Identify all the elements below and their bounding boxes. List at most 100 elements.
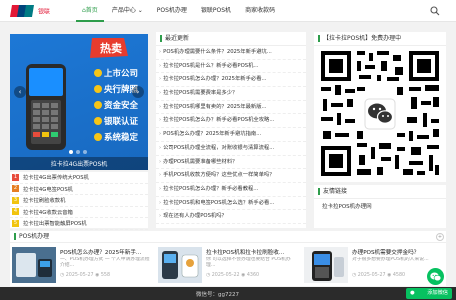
article-title[interactable]: 办理POS机需要交押金吗？ [352,248,444,256]
rank-badge: 1 [12,173,19,181]
news-item[interactable]: › 拉卡拉POS机哪里有卖的？2025年最新版... [156,101,306,115]
news-item[interactable]: › 拉卡拉POS机和电签POS机怎么选？新手必看... [156,197,306,211]
article-excerpt: 一、POS机办理方式 一 个人申请办理流程介绍... [60,257,150,268]
news-link[interactable]: 手机POS机收款方便吗？这些优点一样简单吗？ [163,172,274,178]
news-item[interactable]: › 拉卡拉POS机怎么办理？2025年新手必看... [156,73,306,88]
unionpay-logo[interactable]: 银联 [10,4,52,18]
news-item[interactable]: › 拉卡拉POS机需要费率是多少？ [156,87,306,101]
news-item[interactable]: › POS机办理需要什么条件？2025年新手避坑... [156,46,306,60]
carousel-dot[interactable] [69,150,73,154]
section-title: 最近更新 [165,34,190,42]
list-item-title[interactable]: 拉卡拉4G收款云音箱 [23,208,73,216]
accent-bar [160,35,162,42]
promo-5: 系统稳定 [104,132,139,143]
carousel-prev-button[interactable]: ‹ [14,86,26,98]
list-item[interactable]: 1 拉卡拉4G出票传统大POS机 [10,172,148,184]
friend-links: 友情链接 拉卡拉POS机办理网 [314,185,446,228]
article-thumbnail[interactable] [158,247,202,283]
article-title[interactable]: 拉卡拉POS机和拉卡拉刷脸收... [206,248,298,256]
carousel-next-button[interactable]: › [132,86,144,98]
latest-updates: 最近更新 › POS机办理需要什么条件？2025年新手避坑... › 拉卡拉POS机… [156,32,306,228]
section-header: 友情链接 [314,185,446,199]
wechat-float-button[interactable] [427,268,444,285]
news-item[interactable]: › 拉卡拉POS机是什么？新手必看POS机... [156,60,306,74]
news-link[interactable]: 拉卡拉POS机怎么办理？新手必看教程... [163,186,258,192]
carousel-dot[interactable] [83,150,87,154]
footer-bar: 微信号：gg7227 ● 添加微信 [0,287,456,300]
nav-unionpay-pos[interactable]: 银联POS机 [195,0,237,22]
promo-3: 资金安全 [104,100,139,111]
article-card[interactable]: 拉卡拉POS机和拉卡拉刷脸收... 你 可以选择不会办理也要结合 POS机办理.… [158,247,298,285]
list-item[interactable]: 2 拉卡拉4G电签POS机 [10,184,148,195]
list-item-title[interactable]: 拉卡拉出票智能触屏POS机 [23,219,87,227]
news-item[interactable]: › POS机怎么办理？2025年新手避坑指南... [156,128,306,142]
view-count: 4360 [246,273,260,278]
article-excerpt: 你 可以选择不会办理也要结合 POS机办理... [206,257,291,268]
rank-badge: 2 [12,185,19,193]
article-thumbnail[interactable] [304,247,348,283]
news-link[interactable]: 现在还有人办理POS机吗？ [163,213,227,219]
more-icon[interactable]: + [436,233,444,241]
main-nav: ⌂首页 产品中心 ⌄ POS机办理 银联POS机 商家收款码 [76,0,283,22]
list-item[interactable]: 3 拉卡拉刷脸收款机 [10,195,148,207]
hot-badge: 热卖 [100,41,122,55]
list-item[interactable]: 5 拉卡拉出票智能触屏POS机 [10,218,148,230]
news-link[interactable]: 办理POS机需要准备哪些材料？ [163,159,237,165]
accent-bar [318,188,320,195]
list-item-title[interactable]: 拉卡拉4G电签POS机 [23,185,73,193]
news-link[interactable]: 公司POS机办理全流程，对账收银与清算流程... [163,145,274,151]
article-title[interactable]: POS机怎么办理？2025年新手... [60,248,152,256]
nav-products[interactable]: 产品中心 ⌄ [106,0,149,22]
promo-1: 上市公司 [104,68,138,79]
article-date: 2025-05-27 [357,273,386,278]
news-link[interactable]: 拉卡拉POS机是什么？新手必看POS机... [163,63,258,69]
article-date: 2025-05-22 [211,273,240,278]
add-wechat-label[interactable]: 添加微信 [427,290,448,296]
news-link[interactable]: 拉卡拉POS机和电签POS机怎么选？新手必看... [163,200,274,206]
news-item[interactable]: › 现在还有人办理POS机吗？ [156,210,306,224]
list-item-title[interactable]: 拉卡拉刷脸收款机 [23,196,65,204]
add-wechat-button[interactable]: ● 添加微信 [406,288,452,299]
news-item[interactable]: › 手机POS机收款方便吗？这些优点一样简单吗？ [156,169,306,183]
news-link[interactable]: POS机办理需要什么条件？2025年新手避坑... [163,49,272,55]
news-link[interactable]: POS机怎么办理？2025年新手避坑指南... [163,131,261,137]
news-item[interactable]: › 拉卡拉POS机怎么办理？新手必看教程... [156,183,306,197]
list-item[interactable]: 4 拉卡拉4G收款云音箱 [10,207,148,218]
promo-4: 银联认证 [103,116,139,127]
news-item[interactable]: › 办理POS机需要准备哪些材料？ [156,156,306,170]
wechat-qr-code [317,47,443,180]
news-item[interactable]: › 拉卡拉POS机怎么办？新手必看POS机全攻略... [156,114,306,129]
search-icon[interactable] [430,6,440,16]
nav-pos-apply[interactable]: POS机办理 [151,0,193,22]
wechat-id: 微信号：gg7227 [196,292,239,298]
news-item[interactable]: › 公司POS机办理全流程，对账收银与清算流程... [156,142,306,156]
product-list: 1 拉卡拉4G出票传统大POS机 2 拉卡拉4G电签POS机 3 拉卡拉刷脸收款… [10,172,148,230]
pos-apply-section: POS机办理 + POS机怎么办理？2025年新手... 一、POS机办理方式 … [10,231,446,286]
hero-carousel[interactable]: 热卖 上市公司 央行牌照 资金安全 银联认证 系统稳定 ‹ › 拉卡拉4G出票P… [10,34,148,170]
accent-bar [14,233,16,240]
accent-bar [318,35,320,42]
site-header: 银联 ⌂首页 产品中心 ⌄ POS机办理 银联POS机 商家收款码 [0,0,456,22]
wechat-icon: ● [410,290,415,296]
section-header: 【拉卡拉POS机】免费办理中 [314,32,446,46]
nav-merchant-qr[interactable]: 商家收款码 [239,0,281,22]
carousel-dot[interactable] [76,150,80,154]
carousel-caption[interactable]: 拉卡拉4G出票POS机 [10,159,148,168]
nav-home[interactable]: ⌂首页 [76,0,104,22]
article-card[interactable]: 办理POS机需要交押金吗？ 对于很多想要办理POS机的人来说... ◷ 2025… [304,247,444,285]
qr-card: 【拉卡拉POS机】免费办理中 [314,32,446,182]
section-title: 友情链接 [323,187,348,195]
list-item-title[interactable]: 拉卡拉4G出票传统大POS机 [23,173,89,181]
article-thumbnail[interactable] [12,247,56,283]
section-header: POS机办理 + [10,231,446,243]
news-link[interactable]: 拉卡拉POS机怎么办理？2025年新手必看... [163,76,266,82]
article-date: 2025-05-27 [65,273,94,278]
news-link[interactable]: 拉卡拉POS机哪里有卖的？2025年最新版... [163,104,266,110]
news-link[interactable]: 拉卡拉POS机需要费率是多少？ [163,90,237,96]
section-header: 最近更新 [156,32,306,46]
article-card[interactable]: POS机怎么办理？2025年新手... 一、POS机办理方式 一 个人申请办理流… [12,247,152,285]
rank-badge: 4 [12,208,19,216]
friend-link[interactable]: 拉卡拉POS机办理网 [314,199,446,213]
news-link[interactable]: 拉卡拉POS机怎么办？新手必看POS机全攻略... [163,117,274,123]
carousel-dots [69,150,87,154]
